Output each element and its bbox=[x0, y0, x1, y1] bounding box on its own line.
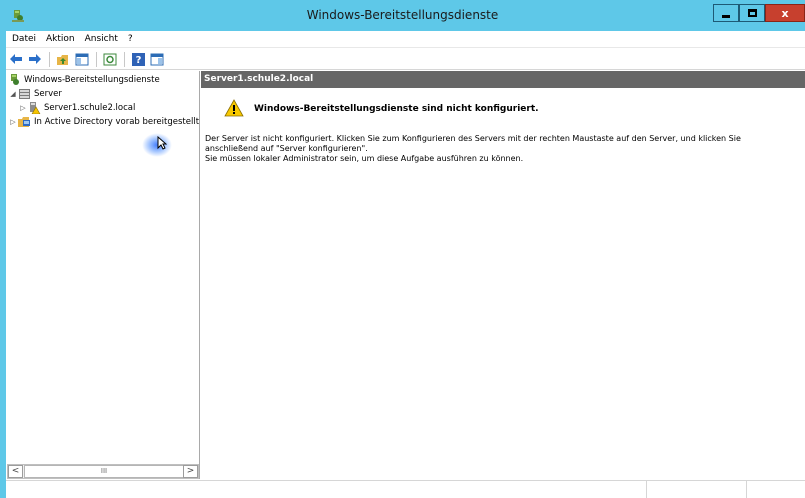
status-segment bbox=[746, 481, 805, 498]
tree-root[interactable]: Windows-Bereitstellungsdienste bbox=[8, 73, 160, 87]
tree-root-label: Windows-Bereitstellungsdienste bbox=[24, 75, 160, 85]
active-directory-folder-icon bbox=[18, 117, 30, 127]
forward-button[interactable] bbox=[27, 51, 43, 67]
minimize-icon bbox=[722, 14, 730, 18]
show-action-pane-button[interactable] bbox=[149, 51, 165, 67]
window-controls: x bbox=[713, 4, 805, 22]
console-tree-icon bbox=[75, 53, 89, 65]
menu-ansicht[interactable]: Ansicht bbox=[80, 31, 123, 48]
toolbar-separator bbox=[49, 51, 50, 67]
forward-arrow-icon bbox=[29, 54, 41, 64]
message-line-3: Sie müssen lokaler Administrator sein, u… bbox=[205, 154, 524, 163]
menu-bar: Datei Aktion Ansicht ? bbox=[6, 31, 805, 48]
toolbar-separator bbox=[124, 51, 125, 67]
help-button[interactable]: ? bbox=[130, 51, 146, 67]
result-pane: Server1.schule2.local Windows-Bereitstel… bbox=[201, 71, 805, 479]
tree-item-server[interactable]: ◢ Server bbox=[8, 87, 62, 101]
refresh-button[interactable] bbox=[102, 51, 118, 67]
pane-message: Der Server ist nicht konfiguriert. Klick… bbox=[205, 134, 795, 164]
scroll-left-button[interactable]: < bbox=[8, 465, 23, 478]
mmc-client-area: Datei Aktion Ansicht ? ? Windows-Bereits… bbox=[6, 31, 805, 498]
server-group-icon bbox=[19, 89, 30, 99]
warning-title: Windows-Bereitstellungsdienste sind nich… bbox=[254, 104, 539, 114]
window-title: Windows-Bereitstellungsdienste bbox=[306, 8, 499, 22]
mouse-pointer-icon bbox=[157, 136, 167, 150]
scroll-right-button[interactable]: > bbox=[183, 465, 198, 478]
message-line-2: anschließend auf "Server konfigurieren". bbox=[205, 144, 368, 153]
toolbar-separator bbox=[96, 51, 97, 67]
server-warning-icon bbox=[30, 102, 41, 114]
back-arrow-icon bbox=[10, 54, 22, 64]
menu-datei[interactable]: Datei bbox=[7, 31, 41, 48]
minimize-button[interactable] bbox=[713, 4, 739, 22]
tree-item-server1-label: Server1.schule2.local bbox=[44, 103, 136, 113]
title-bar: Windows-Bereitstellungsdienste x bbox=[0, 0, 805, 31]
deployment-services-icon bbox=[11, 74, 19, 85]
warning-icon bbox=[224, 99, 244, 117]
up-folder-button[interactable] bbox=[55, 51, 71, 67]
collapsed-chevron-icon[interactable]: ▷ bbox=[8, 115, 18, 129]
close-button[interactable]: x bbox=[765, 4, 805, 22]
menu-aktion[interactable]: Aktion bbox=[41, 31, 80, 48]
scroll-thumb[interactable]: III bbox=[24, 465, 184, 478]
show-hide-console-tree-button[interactable] bbox=[74, 51, 90, 67]
tree-item-server1[interactable]: ▷ Server1.schule2.local bbox=[18, 101, 135, 115]
maximize-button[interactable] bbox=[739, 4, 765, 22]
maximize-icon bbox=[747, 9, 757, 17]
action-pane-icon bbox=[150, 53, 164, 65]
collapsed-chevron-icon[interactable]: ▷ bbox=[18, 101, 28, 115]
back-button[interactable] bbox=[8, 51, 24, 67]
menu-help[interactable]: ? bbox=[123, 31, 138, 48]
message-line-1: Der Server ist nicht konfiguriert. Klick… bbox=[205, 134, 741, 143]
tree-item-prestaged-devices-label: In Active Directory vorab bereitgestellt bbox=[34, 117, 200, 127]
status-bar bbox=[6, 480, 805, 498]
expanded-chevron-icon[interactable]: ◢ bbox=[8, 87, 18, 101]
folder-up-icon bbox=[57, 54, 68, 65]
close-icon: x bbox=[781, 6, 789, 20]
pane-header: Server1.schule2.local bbox=[201, 71, 805, 88]
help-icon: ? bbox=[131, 52, 145, 66]
console-tree: Windows-Bereitstellungsdienste ◢ Server … bbox=[6, 71, 200, 479]
status-segment bbox=[646, 481, 746, 498]
tree-item-prestaged-devices[interactable]: ▷ In Active Directory vorab bereitgestel… bbox=[8, 115, 199, 129]
tree-horizontal-scrollbar[interactable]: < III > bbox=[7, 464, 199, 479]
toolbar: ? bbox=[6, 49, 805, 70]
refresh-icon bbox=[103, 53, 117, 65]
tree-item-server-label: Server bbox=[34, 89, 62, 99]
svg-text:?: ? bbox=[135, 55, 141, 66]
